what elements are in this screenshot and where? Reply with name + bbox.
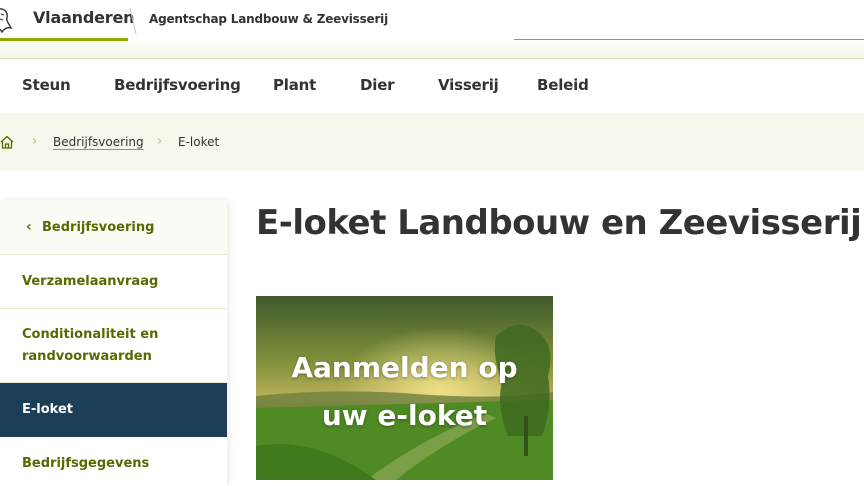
sidebar-item-conditionaliteit[interactable]: Conditionaliteit en randvoorwaarden (0, 309, 227, 383)
brand-divider (129, 7, 137, 35)
nav-item-steun[interactable]: Steun (22, 76, 71, 94)
lion-icon (0, 8, 13, 34)
sidebar-item-e-loket[interactable]: E-loket (0, 383, 227, 437)
sidebar-back-label: Bedrijfsvoering (42, 220, 155, 235)
chevron-right-icon: › (32, 134, 38, 149)
main-navigation: Steun Bedrijfsvoering Plant Dier Visseri… (0, 59, 864, 113)
login-e-loket-banner[interactable]: Aanmelden op uw e-loket (256, 296, 553, 480)
sidebar-item-label: Bedrijfsgegevens (22, 456, 150, 471)
vlaanderen-logo[interactable]: Vlaanderen (0, 0, 134, 41)
sidebar-item-verzamelaanvraag[interactable]: Verzamelaanvraag (0, 255, 227, 309)
header-accent-line (514, 39, 864, 40)
sidebar-item-label-line2: randvoorwaarden (22, 349, 152, 364)
breadcrumb: › Bedrijfsvoering › E-loket (0, 113, 864, 171)
chevron-right-icon: › (157, 134, 163, 149)
top-header: Vlaanderen Agentschap Landbouw & Zeeviss… (0, 0, 864, 41)
banner-text-line2: uw e-loket (321, 399, 488, 432)
page-title: E-loket Landbouw en Zeevisserij (256, 203, 862, 243)
breadcrumb-link-bedrijfsvoering[interactable]: Bedrijfsvoering (53, 135, 144, 149)
sidebar-item-bedrijfsgegevens[interactable]: Bedrijfsgegevens (0, 437, 227, 486)
banner-text-line1: Aanmelden op (291, 351, 518, 384)
sidebar-item-label-line1: Conditionaliteit en (22, 327, 159, 342)
banner-text: Aanmelden op uw e-loket (256, 344, 553, 440)
nav-item-plant[interactable]: Plant (273, 76, 316, 94)
sidebar-back-link[interactable]: ‹ Bedrijfsvoering (0, 200, 227, 255)
sidebar: ‹ Bedrijfsvoering Verzamelaanvraag Condi… (0, 200, 227, 486)
breadcrumb-current: E-loket (178, 135, 220, 149)
nav-item-dier[interactable]: Dier (360, 76, 395, 94)
home-icon[interactable] (0, 135, 14, 149)
sidebar-item-label: E-loket (22, 402, 73, 417)
nav-item-visserij[interactable]: Visserij (438, 76, 499, 94)
brand-name: Vlaanderen (33, 8, 135, 27)
sidebar-item-label: Verzamelaanvraag (22, 274, 159, 289)
header-band (0, 41, 864, 59)
nav-item-bedrijfsvoering[interactable]: Bedrijfsvoering (114, 76, 241, 94)
agency-name[interactable]: Agentschap Landbouw & Zeevisserij (149, 12, 388, 26)
chevron-left-icon: ‹ (26, 219, 32, 235)
nav-item-beleid[interactable]: Beleid (537, 76, 589, 94)
